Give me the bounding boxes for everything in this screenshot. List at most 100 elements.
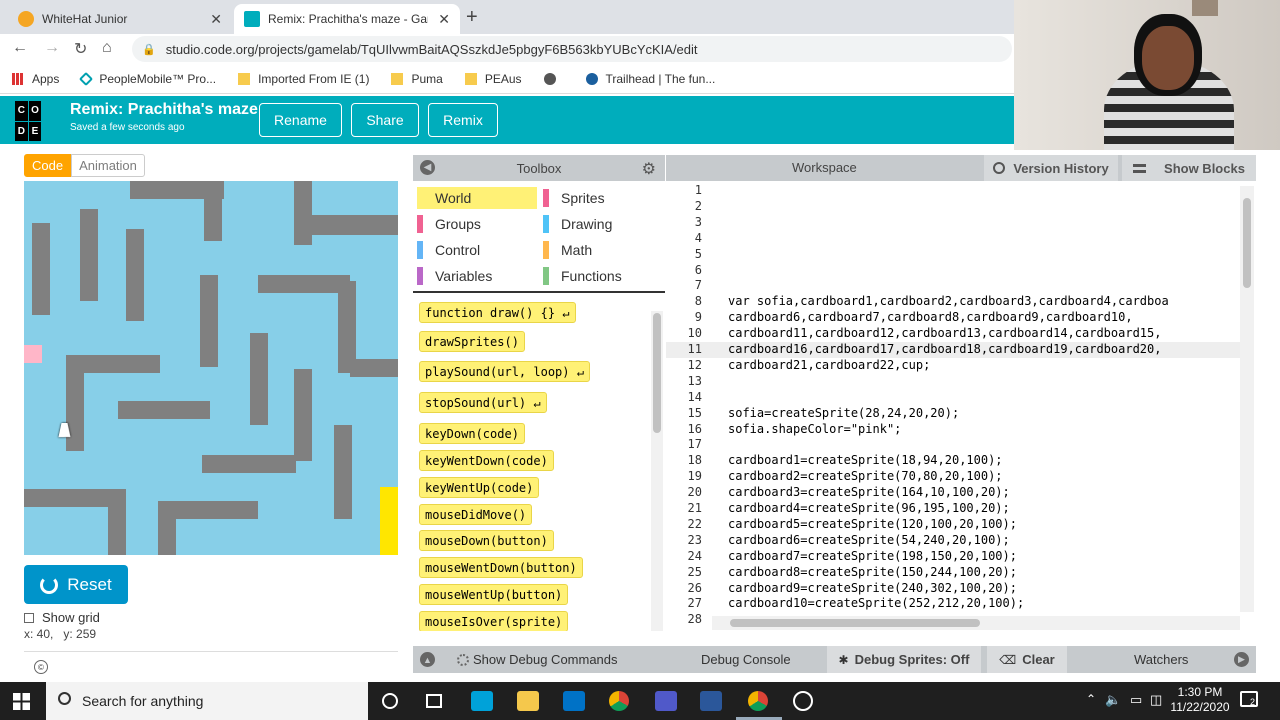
home-icon[interactable]: ⌂ — [102, 39, 112, 57]
task-view-icon[interactable] — [426, 694, 442, 708]
code-line[interactable]: var sofia,cardboard1,cardboard2,cardboar… — [728, 294, 1169, 308]
network-icon[interactable]: ▭ — [1130, 692, 1142, 708]
editor-horizontal-scrollbar[interactable] — [712, 616, 1240, 630]
share-button[interactable]: Share — [351, 103, 419, 137]
code-line[interactable]: cardboard8=createSprite(150,244,100,20); — [728, 565, 1017, 579]
obs-icon[interactable] — [793, 691, 813, 711]
collapse-right-icon[interactable]: ▶ — [1234, 652, 1249, 667]
code-line[interactable]: sofia.shapeColor="pink"; — [728, 422, 901, 436]
tray-up-icon[interactable]: ⌃ — [1086, 692, 1096, 706]
bookmark-apps[interactable]: Apps — [12, 72, 59, 86]
scrollbar-thumb[interactable] — [1243, 198, 1251, 288]
block-mousedidmove[interactable]: mouseDidMove() — [419, 504, 533, 525]
category-groups[interactable]: Groups — [417, 213, 537, 235]
code-line[interactable]: cardboard3=createSprite(164,10,100,20); — [728, 485, 1010, 499]
show-debug-commands-button[interactable]: Show Debug Commands — [457, 652, 618, 667]
bookmark-puma[interactable]: Puma — [391, 72, 443, 86]
category-sprites[interactable]: Sprites — [543, 187, 663, 209]
category-functions[interactable]: Functions — [543, 265, 663, 287]
code-line[interactable]: cardboard4=createSprite(96,195,100,20); — [728, 501, 1010, 515]
code-line[interactable]: sofia=createSprite(28,24,20,20); — [728, 406, 959, 420]
debug-sprites-button[interactable]: ✱ Debug Sprites: Off — [827, 646, 981, 673]
system-clock[interactable]: 1:30 PM 11/22/2020 — [1164, 685, 1236, 715]
teams-icon[interactable] — [655, 691, 677, 711]
show-grid-toggle[interactable]: Show grid — [24, 610, 100, 625]
bookmark-peoplemobile[interactable]: PeopleMobile™ Pro... — [79, 71, 216, 86]
url-field[interactable]: 🔒 studio.code.org/projects/gamelab/TqUIl… — [132, 36, 1012, 62]
outlook-icon[interactable] — [563, 691, 585, 711]
block-stopsound[interactable]: stopSound(url) ↵ — [419, 392, 547, 413]
reset-button[interactable]: Reset — [24, 565, 128, 604]
toolbox-scrollbar[interactable] — [651, 311, 663, 631]
category-world[interactable]: World — [417, 187, 537, 209]
code-line[interactable]: cardboard6,cardboard7,cardboard8,cardboa… — [728, 310, 1133, 324]
copyright-icon[interactable]: © — [34, 660, 48, 674]
chrome-icon[interactable] — [609, 691, 629, 711]
block-mousewentdown[interactable]: mouseWentDown(button) — [419, 557, 583, 578]
code-line[interactable]: cardboard21,cardboard22,cup; — [728, 358, 930, 372]
code-tab-button[interactable]: Code — [24, 154, 72, 177]
block-drawsprites[interactable]: drawSprites() — [419, 331, 525, 352]
show-grid-checkbox[interactable] — [24, 612, 34, 623]
code-org-logo[interactable]: C O D E — [15, 101, 55, 141]
category-drawing[interactable]: Drawing — [543, 213, 663, 235]
battery-icon[interactable]: ◫ — [1150, 692, 1162, 708]
tab-whitehat-junior[interactable]: WhiteHat Junior ✕ — [8, 4, 232, 34]
windows-start-icon[interactable] — [13, 693, 30, 710]
remix-button[interactable]: Remix — [428, 103, 498, 137]
file-explorer-icon[interactable] — [517, 691, 539, 711]
version-history-button[interactable]: Version History — [984, 155, 1118, 181]
notifications-icon[interactable]: 2 — [1240, 691, 1258, 707]
close-icon[interactable]: ✕ — [210, 11, 222, 28]
scrollbar-thumb[interactable] — [653, 313, 661, 433]
code-line[interactable]: cardboard7=createSprite(198,150,20,100); — [728, 549, 1017, 563]
block-function-draw[interactable]: function draw() {} ↵ — [419, 302, 576, 323]
block-playsound[interactable]: playSound(url, loop) ↵ — [419, 361, 590, 382]
code-line[interactable]: cardboard1=createSprite(18,94,20,100); — [728, 453, 1003, 467]
speaker-icon[interactable]: 🔈 — [1105, 692, 1121, 708]
code-line[interactable]: cardboard2=createSprite(70,80,20,100); — [728, 469, 1003, 483]
code-line[interactable]: cardboard16,cardboard17,cardboard18,card… — [728, 342, 1161, 356]
scrollbar-thumb[interactable] — [730, 619, 980, 627]
block-keywentup[interactable]: keyWentUp(code) — [419, 477, 540, 498]
forward-icon[interactable]: → — [44, 39, 60, 57]
category-math[interactable]: Math — [543, 239, 663, 261]
code-editor[interactable]: 1 2 3 4 5 6 7 8 var sofia,cardboard1,cardboard2,… — [666, 181, 1256, 631]
category-control[interactable]: Control — [417, 239, 537, 261]
word-icon[interactable] — [700, 691, 722, 711]
game-canvas[interactable] — [24, 181, 398, 555]
gear-icon[interactable]: ⚙ — [642, 159, 656, 179]
block-mousedown[interactable]: mouseDown(button) — [419, 530, 554, 551]
clear-button[interactable]: ⌫ Clear — [987, 646, 1067, 673]
block-keydown[interactable]: keyDown(code) — [419, 423, 525, 444]
expand-up-icon[interactable]: ▲ — [420, 652, 435, 667]
taskbar-search[interactable]: Search for anything — [46, 682, 368, 720]
line-number: 2 — [694, 198, 702, 213]
bookmark-trailhead[interactable]: Trailhead | The fun... — [585, 72, 715, 86]
back-icon[interactable]: ← — [12, 39, 28, 57]
close-icon[interactable]: ✕ — [438, 11, 450, 28]
code-line[interactable]: cardboard10=createSprite(252,212,20,100)… — [728, 596, 1024, 610]
collapse-left-icon[interactable]: ◀ — [420, 160, 435, 175]
new-tab-icon[interactable]: + — [466, 6, 478, 29]
category-variables[interactable]: Variables — [417, 265, 537, 287]
reload-icon[interactable]: ↻ — [74, 39, 87, 59]
block-mousewentup[interactable]: mouseWentUp(button) — [419, 584, 569, 605]
code-line[interactable]: cardboard5=createSprite(120,100,20,100); — [728, 517, 1017, 531]
code-line[interactable]: cardboard11,cardboard12,cardboard13,card… — [728, 326, 1161, 340]
animation-tab-button[interactable]: Animation — [71, 154, 145, 177]
bookmark-imported[interactable]: Imported From IE (1) — [238, 72, 369, 86]
bookmark-peaus[interactable]: PEAus — [464, 72, 522, 86]
code-line[interactable]: cardboard9=createSprite(240,302,100,20); — [728, 581, 1017, 595]
tab-remix-maze[interactable]: Remix: Prachitha's maze - Game ✕ — [234, 4, 460, 34]
editor-vertical-scrollbar[interactable] — [1240, 186, 1254, 612]
show-blocks-button[interactable]: Show Blocks — [1122, 155, 1256, 181]
block-keywentdown[interactable]: keyWentDown(code) — [419, 450, 554, 471]
bookmark-globe[interactable] — [543, 72, 564, 85]
rename-button[interactable]: Rename — [259, 103, 342, 137]
launcher-app-icon[interactable] — [471, 691, 493, 711]
code-line[interactable]: cardboard6=createSprite(54,240,20,100); — [728, 533, 1010, 547]
block-mouseisover[interactable]: mouseIsOver(sprite) — [419, 611, 569, 631]
cortana-icon[interactable] — [382, 693, 398, 709]
chrome-active-icon[interactable] — [748, 691, 768, 711]
